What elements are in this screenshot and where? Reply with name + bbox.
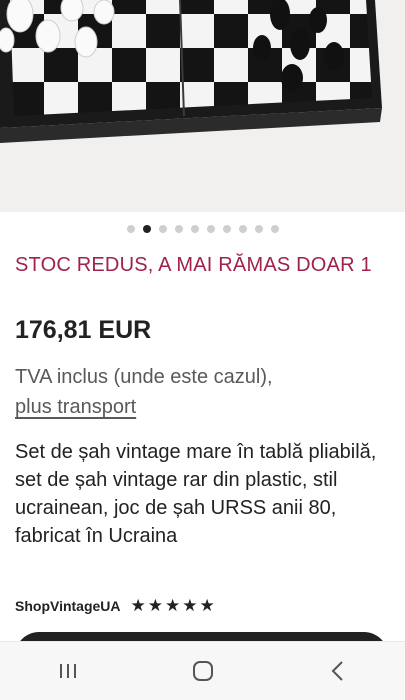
star-icon: ★: [147, 596, 164, 615]
star-icon: ★: [130, 596, 146, 615]
back-icon: [331, 661, 343, 681]
carousel-dot[interactable]: [158, 225, 167, 233]
tax-info: TVA inclus (unde este cazul), plus trans…: [15, 362, 395, 422]
carousel-dot[interactable]: [254, 225, 263, 233]
shop-info[interactable]: ShopVintageUA ★ ★ ★ ★ ★: [15, 596, 215, 616]
home-button[interactable]: [183, 651, 223, 691]
carousel-dot[interactable]: [222, 225, 231, 233]
carousel-dot[interactable]: [238, 225, 247, 233]
product-title: Set de șah vintage mare în tablă pliabil…: [15, 441, 377, 547]
carousel-indicator[interactable]: [0, 222, 405, 236]
carousel-dot[interactable]: [126, 225, 135, 233]
carousel-dot[interactable]: [142, 225, 151, 233]
shop-rating: ★ ★ ★ ★ ★: [131, 596, 215, 616]
carousel-dot[interactable]: [206, 225, 215, 233]
carousel-dot[interactable]: [270, 225, 279, 233]
star-icon: ★: [182, 596, 198, 615]
android-navigation-bar: [0, 641, 405, 700]
shop-name[interactable]: ShopVintageUA: [15, 598, 121, 614]
recent-apps-icon: [59, 664, 76, 678]
chess-board-photo: [0, 0, 405, 212]
shipping-link[interactable]: plus transport: [15, 396, 136, 418]
carousel-dot[interactable]: [174, 225, 183, 233]
product-image[interactable]: [0, 0, 405, 212]
carousel-dot[interactable]: [190, 225, 199, 233]
back-button[interactable]: [318, 651, 358, 691]
star-icon: ★: [165, 596, 181, 615]
product-price: 176,81 EUR: [15, 316, 152, 344]
recent-apps-button[interactable]: [48, 651, 88, 691]
star-icon: ★: [199, 596, 215, 615]
stock-notice: STOC REDUS, A MAI RĂMAS DOAR 1: [15, 254, 372, 276]
tax-text: TVA inclus (unde este cazul),: [15, 366, 273, 388]
home-icon: [192, 661, 213, 681]
